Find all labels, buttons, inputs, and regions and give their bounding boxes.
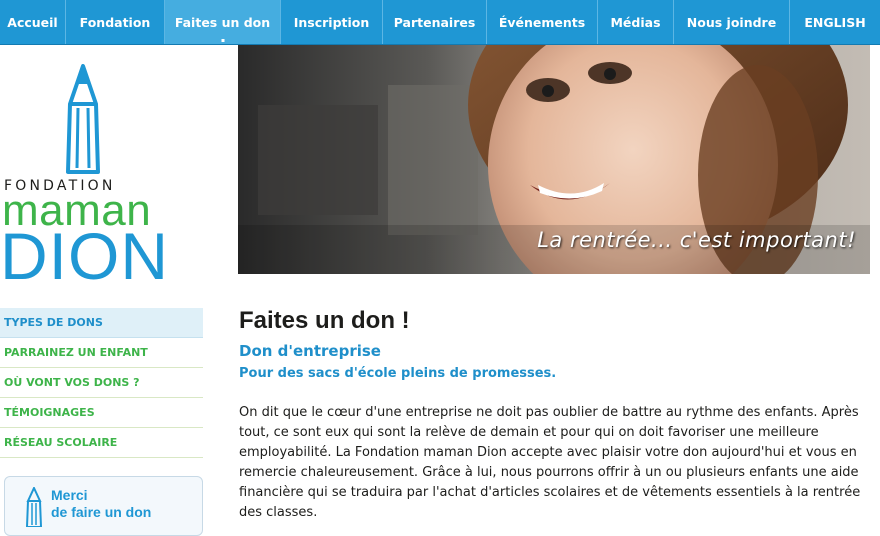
sidebar-item-parrainez[interactable]: PARRAINEZ UN ENFANT: [0, 338, 203, 368]
nav-label: Faites un don: [174, 14, 271, 30]
thanks-text: Merci de faire un don: [51, 487, 151, 521]
thanks-line-2: de faire un don: [51, 504, 152, 520]
main-nav: Accueil Fondation Faites un don Inscript…: [0, 0, 880, 45]
nav-label: Médias: [610, 14, 661, 30]
thanks-line-1: Merci: [51, 487, 88, 503]
sidebar-item-label: PARRAINEZ UN ENFANT: [4, 346, 148, 359]
main-content: Faites un don ! Don d'entreprise Pour de…: [239, 306, 874, 523]
sidebar-item-reseau-scolaire[interactable]: RÉSEAU SCOLAIRE: [0, 428, 203, 458]
nav-item-evenements[interactable]: Événements: [487, 0, 598, 44]
sidebar-item-types-de-dons[interactable]: TYPES DE DONS: [0, 308, 203, 338]
nav-label: Événements: [498, 14, 586, 30]
nav-item-inscription[interactable]: Inscription: [281, 0, 383, 44]
hero-tagline: La rentrée... c'est important!: [537, 228, 856, 252]
hero-banner: La rentrée... c'est important!: [238, 45, 870, 274]
site-logo[interactable]: FONDATION maman DION: [0, 58, 180, 293]
nav-label: Partenaires: [393, 14, 476, 30]
sidebar-item-ou-vont-vos-dons[interactable]: OÙ VONT VOS DONS ?: [0, 368, 203, 398]
sidebar-item-label: TYPES DE DONS: [4, 316, 103, 329]
nav-item-medias[interactable]: Médias: [598, 0, 674, 44]
nav-label: Inscription: [293, 14, 370, 30]
body-paragraph: On dit que le cœur d'une entreprise ne d…: [239, 405, 861, 520]
nav-label: Nous joindre: [686, 14, 777, 30]
page-title: Faites un don !: [239, 307, 410, 334]
pencil-icon: [25, 487, 43, 527]
nav-label: Fondation: [79, 14, 151, 30]
nav-item-nous-joindre[interactable]: Nous joindre: [674, 0, 790, 44]
section-subtitle: Don d'entreprise: [239, 342, 381, 360]
nav-item-english[interactable]: ENGLISH: [790, 0, 880, 44]
sidebar-menu: TYPES DE DONS PARRAINEZ UN ENFANT OÙ VON…: [0, 308, 203, 458]
nav-item-faites-un-don[interactable]: Faites un don: [165, 0, 281, 44]
sidebar-item-label: RÉSEAU SCOLAIRE: [4, 436, 118, 449]
sidebar-item-temoignages[interactable]: TÉMOIGNAGES: [0, 398, 203, 428]
thanks-donation-box[interactable]: Merci de faire un don: [4, 476, 203, 536]
pencil-icon: [66, 64, 100, 174]
nav-item-accueil[interactable]: Accueil: [0, 0, 66, 44]
logo-text-dion: DION: [0, 219, 169, 293]
nav-label: ENGLISH: [804, 14, 866, 30]
nav-item-fondation[interactable]: Fondation: [66, 0, 165, 44]
active-indicator: [221, 39, 224, 42]
nav-item-partenaires[interactable]: Partenaires: [383, 0, 487, 44]
sidebar-item-label: OÙ VONT VOS DONS ?: [4, 376, 140, 389]
section-subheading: Pour des sacs d'école pleins de promesse…: [239, 366, 557, 381]
sidebar-item-label: TÉMOIGNAGES: [4, 406, 95, 419]
nav-label: Accueil: [7, 14, 58, 30]
